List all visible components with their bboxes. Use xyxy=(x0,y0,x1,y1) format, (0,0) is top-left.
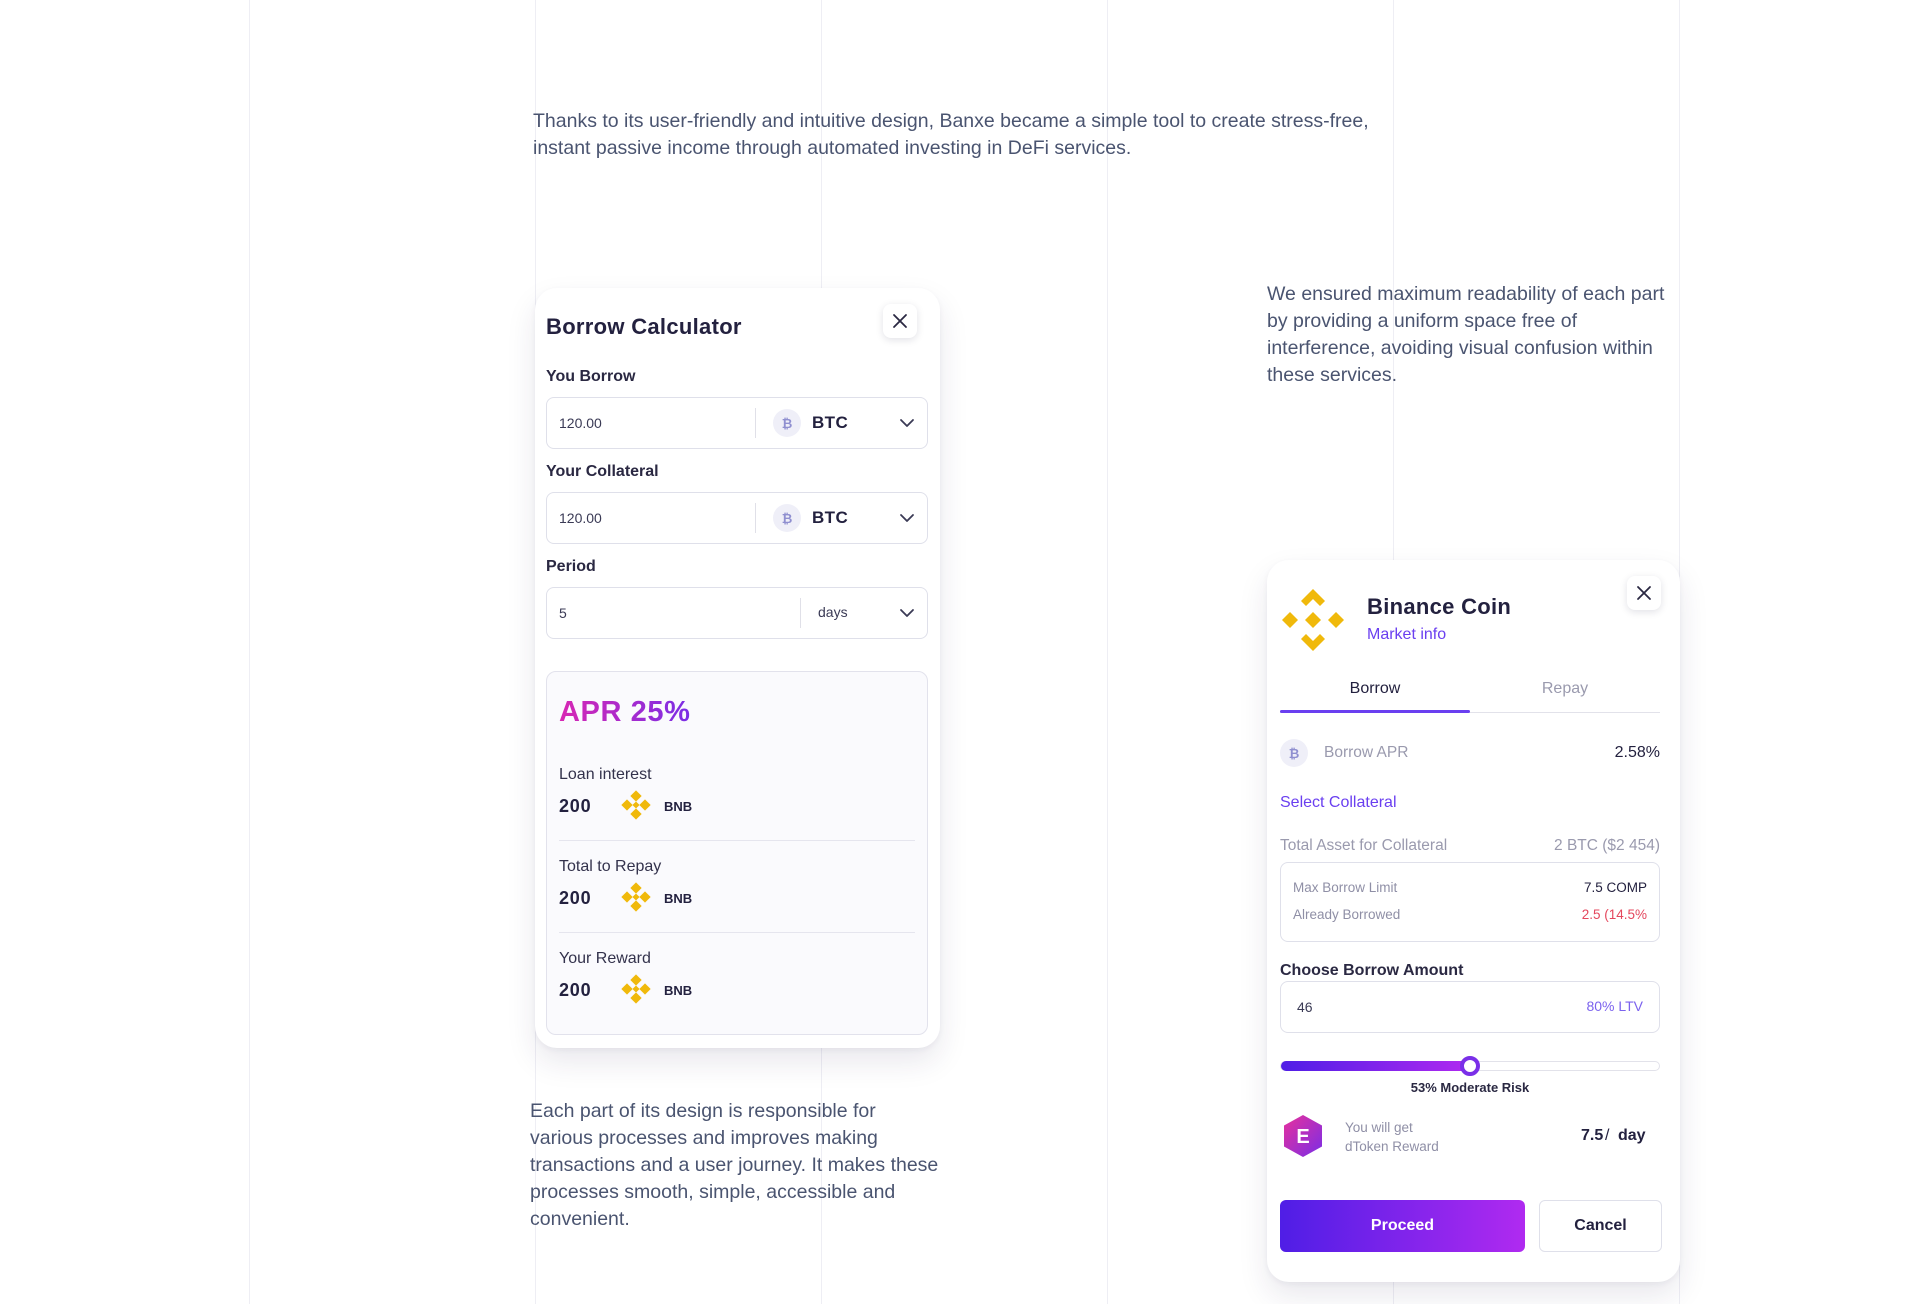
divider xyxy=(755,408,756,438)
close-button[interactable] xyxy=(1627,576,1661,610)
bitcoin-icon: ₿ xyxy=(773,409,801,437)
total-asset-value: 2 BTC ($2 454) xyxy=(1554,837,1660,854)
total-repay-token: BNB xyxy=(664,891,693,906)
loan-interest-amount: 200 xyxy=(559,796,592,816)
borrow-amount-input[interactable]: 46 xyxy=(1297,982,1313,1032)
bitcoin-icon: ₿ xyxy=(773,504,801,532)
max-borrow-label: Max Borrow Limit xyxy=(1293,880,1398,895)
period-label: Period xyxy=(546,558,596,575)
card-title: Borrow Calculator xyxy=(546,314,742,339)
cancel-button[interactable]: Cancel xyxy=(1539,1200,1662,1252)
tab-borrow[interactable]: Borrow xyxy=(1280,680,1470,698)
already-borrowed-label: Already Borrowed xyxy=(1293,907,1401,922)
design-paragraph: Each part of its design is responsible f… xyxy=(530,1100,939,1230)
period-input[interactable]: 5 xyxy=(559,588,567,638)
readability-paragraph: We ensured maximum readability of each p… xyxy=(1267,283,1665,386)
risk-label: 53% Moderate Risk xyxy=(1410,1080,1530,1095)
reward-slash: / xyxy=(1605,1127,1610,1144)
chevron-down-icon[interactable] xyxy=(899,608,915,618)
ltv-value: 80% LTV xyxy=(1586,998,1643,1014)
proceed-button[interactable]: Proceed xyxy=(1280,1200,1525,1252)
borrow-amount-field[interactable]: 46 80% LTV xyxy=(1280,981,1660,1033)
your-reward-token: BNB xyxy=(664,983,693,998)
total-repay-label: Total to Repay xyxy=(559,858,662,875)
card-title: Binance Coin xyxy=(1367,594,1512,619)
your-collateral-field[interactable]: 120.00 ₿ BTC xyxy=(546,492,928,544)
tab-active-indicator xyxy=(1280,710,1470,713)
reward-value: 7.5 xyxy=(1581,1127,1604,1144)
reward-line-1: You will get xyxy=(1345,1120,1413,1135)
your-reward-amount: 200 xyxy=(559,980,592,1000)
choose-amount-label: Choose Borrow Amount xyxy=(1280,962,1464,979)
select-collateral-link[interactable]: Select Collateral xyxy=(1280,794,1397,812)
bnb-icon xyxy=(621,974,651,1004)
bnb-icon xyxy=(621,882,651,912)
you-borrow-label: You Borrow xyxy=(546,368,636,385)
divider xyxy=(559,932,915,933)
chevron-down-icon[interactable] xyxy=(899,418,915,428)
borrow-apr-label: Borrow APR xyxy=(1324,744,1409,761)
tab-repay[interactable]: Repay xyxy=(1470,680,1660,698)
period-field[interactable]: 5 days xyxy=(546,587,928,639)
risk-slider[interactable] xyxy=(1280,1056,1660,1076)
bnb-icon xyxy=(621,790,651,820)
bnb-logo-icon xyxy=(1282,589,1344,651)
reward-line-2: dToken Reward xyxy=(1345,1139,1439,1154)
you-borrow-field[interactable]: 120.00 ₿ BTC xyxy=(546,397,928,449)
bitcoin-icon: ₿ xyxy=(1280,739,1308,767)
reward-unit: day xyxy=(1618,1127,1646,1144)
risk-slider-thumb[interactable] xyxy=(1460,1056,1480,1076)
close-icon xyxy=(893,314,907,328)
total-asset-label: Total Asset for Collateral xyxy=(1280,837,1448,854)
your-reward-label: Your Reward xyxy=(559,950,651,967)
apr-summary-box: APR 25% Loan interest 200 BNB Total to R… xyxy=(546,671,928,1035)
your-collateral-label: Your Collateral xyxy=(546,463,659,480)
divider xyxy=(755,503,756,533)
already-borrowed-value: 2.5 (14.5% xyxy=(1581,907,1647,922)
your-collateral-input[interactable]: 120.00 xyxy=(559,493,602,543)
close-button[interactable] xyxy=(883,304,917,338)
binance-coin-card: Binance Coin Market info Borrow Repay ₿ … xyxy=(1267,560,1680,1282)
you-borrow-input[interactable]: 120.00 xyxy=(559,398,602,448)
divider xyxy=(800,598,801,628)
loan-interest-label: Loan interest xyxy=(559,766,652,783)
apr-value: APR 25% xyxy=(559,696,691,728)
borrow-limit-box: Max Borrow Limit 7.5 COMP Already Borrow… xyxy=(1280,862,1660,942)
period-unit-select[interactable]: days xyxy=(818,604,848,620)
dtoken-badge-letter: E xyxy=(1296,1126,1310,1148)
grid-line xyxy=(249,0,250,1304)
currency-select[interactable]: BTC xyxy=(812,508,848,528)
total-repay-amount: 200 xyxy=(559,888,592,908)
chevron-down-icon[interactable] xyxy=(899,513,915,523)
close-icon xyxy=(1637,586,1651,600)
max-borrow-value: 7.5 COMP xyxy=(1583,880,1647,895)
divider xyxy=(559,840,915,841)
grid-line xyxy=(1107,0,1108,1304)
loan-interest-token: BNB xyxy=(664,799,693,814)
borrow-apr-value: 2.58% xyxy=(1614,744,1660,761)
market-info-link[interactable]: Market info xyxy=(1367,626,1446,644)
risk-slider-fill xyxy=(1281,1061,1470,1071)
intro-paragraph: Thanks to its user-friendly and intuitiv… xyxy=(533,110,1369,159)
borrow-calculator-card: Borrow Calculator You Borrow 120.00 ₿ BT… xyxy=(535,288,940,1048)
currency-select[interactable]: BTC xyxy=(812,413,848,433)
